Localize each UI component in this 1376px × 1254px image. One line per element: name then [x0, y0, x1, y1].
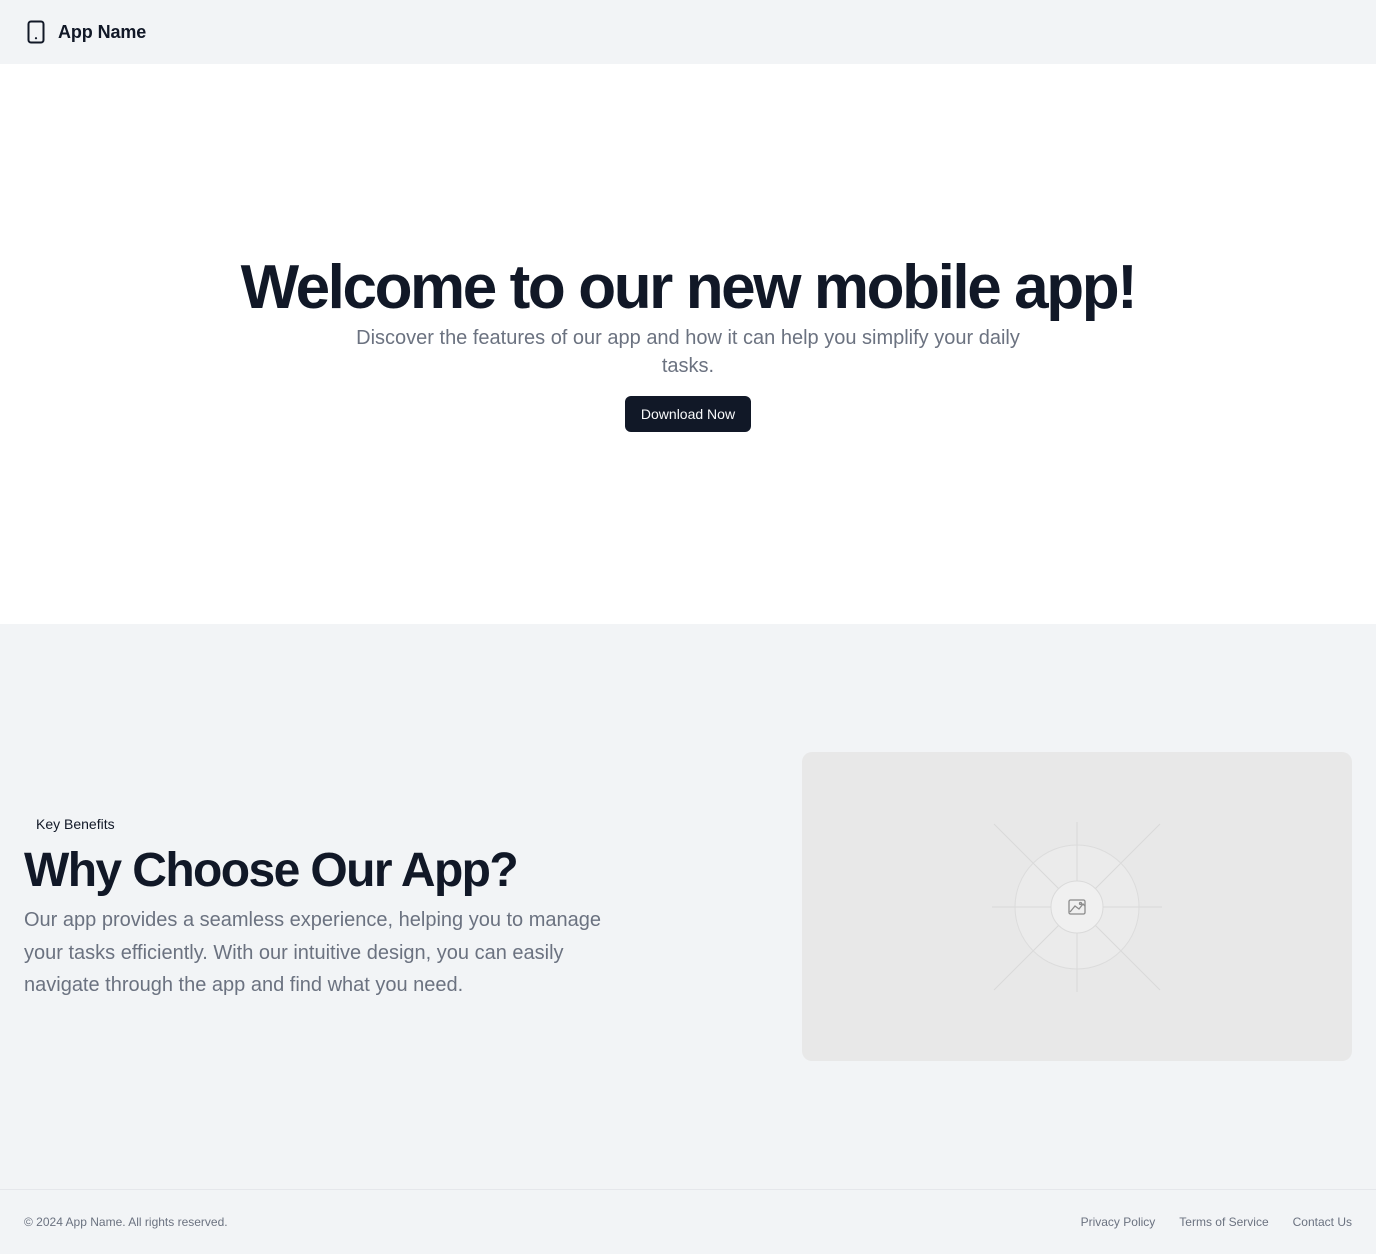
image-placeholder-graphic	[992, 822, 1162, 992]
copyright-text: © 2024 App Name. All rights reserved.	[24, 1215, 228, 1229]
hero-subtitle: Discover the features of our app and how…	[356, 327, 1020, 377]
benefits-section: Key Benefits Why Choose Our App? Our app…	[0, 624, 1376, 1190]
benefits-description: Our app provides a seamless experience, …	[24, 909, 602, 996]
download-now-button[interactable]: Download Now	[624, 396, 752, 432]
hero-title: Welcome to our new mobile app!	[240, 253, 1138, 322]
site-header: App Name	[0, 0, 1376, 64]
home-link[interactable]: App Name	[26, 20, 146, 44]
terms-of-service-link[interactable]: Terms of Service	[1179, 1215, 1268, 1229]
benefits-title: Why Choose Our App?	[24, 844, 519, 897]
privacy-policy-link[interactable]: Privacy Policy	[1081, 1215, 1156, 1229]
contact-us-link[interactable]: Contact Us	[1293, 1215, 1352, 1229]
footer-nav: Privacy Policy Terms of Service Contact …	[1081, 1215, 1352, 1229]
benefits-image-placeholder	[802, 752, 1352, 1061]
key-benefits-badge: Key Benefits	[24, 814, 127, 834]
smartphone-icon	[26, 20, 46, 44]
hero-section: Welcome to our new mobile app! Discover …	[0, 64, 1376, 624]
site-footer: © 2024 App Name. All rights reserved. Pr…	[0, 1189, 1376, 1254]
app-name: App Name	[58, 21, 147, 42]
